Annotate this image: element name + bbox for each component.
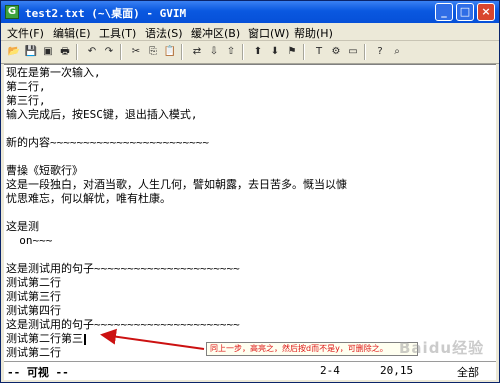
- menu-bar: 文件(F) 编辑(E) 工具(T) 语法(S) 缓冲区(B) 窗口(W) 帮助(…: [1, 23, 499, 41]
- menu-edit[interactable]: 编辑(E): [53, 25, 91, 41]
- menu-file[interactable]: 文件(F): [7, 25, 44, 41]
- title-bar[interactable]: G test2.txt (~\桌面) - GVIM _ □ ×: [1, 1, 499, 23]
- annotation-note: 同上一步，高亮之，然后按d而不是y，可删除之。: [206, 342, 418, 356]
- menu-syntax[interactable]: 语法(S): [145, 25, 183, 41]
- save-session-icon[interactable]: ⬇: [267, 44, 283, 60]
- editor-line: 忧思难忘，何以解忧，唯有杜康。: [6, 192, 171, 205]
- tag-jump-icon[interactable]: ▭: [345, 44, 361, 60]
- editor-line: 这是测试用的句子~~~~~~~~~~~~~~~~~~~~~~: [6, 318, 240, 331]
- editor-line: 测试第四行: [6, 304, 61, 317]
- menu-tools[interactable]: 工具(T): [99, 25, 136, 41]
- menu-help[interactable]: 帮助(H): [294, 25, 333, 41]
- editor-line: on~~~: [6, 234, 53, 247]
- find-help-icon[interactable]: ⌕: [389, 44, 405, 60]
- editor-line: 第二行,: [6, 80, 46, 93]
- menu-window[interactable]: 窗口(W): [248, 25, 289, 41]
- editor-line-with-cursor: 测试第二行第三: [6, 332, 86, 346]
- toolbar-separator: [303, 44, 305, 60]
- toolbar-separator: [242, 44, 244, 60]
- editor-line-text: 测试第二行第三: [6, 332, 83, 345]
- save-all-icon[interactable]: ▣: [40, 44, 56, 60]
- mode-indicator: -- 可视 --: [7, 366, 69, 379]
- editor-line: 这是一段独白，对酒当歌，人生几何，譬如朝露，去日苦多。慨当以慷: [6, 178, 347, 191]
- toolbar: 📂 💾 ▣ 🖶 ↶ ↷ ✂ ⎘ 📋 ⇄ ⇩ ⇧ ⬆ ⬇ ⚑ T ⚙ ▭ ? ⌕: [1, 41, 499, 64]
- find-prev-icon[interactable]: ⇧: [223, 44, 239, 60]
- text-cursor: [84, 333, 86, 345]
- gvim-window: G test2.txt (~\桌面) - GVIM _ □ × 文件(F) 编辑…: [0, 0, 500, 383]
- toolbar-separator: [120, 44, 122, 60]
- open-icon[interactable]: 📂: [6, 44, 22, 60]
- toolbar-separator: [364, 44, 366, 60]
- cursor-position: 20,15: [380, 364, 414, 377]
- print-icon[interactable]: 🖶: [57, 44, 73, 60]
- editor-line: 曹操《短歌行》: [6, 164, 83, 177]
- editor-line: 输入完成后，按ESC键，退出插入模式,: [6, 108, 198, 121]
- find-next-icon[interactable]: ⇩: [206, 44, 222, 60]
- editor-line: 第三行,: [6, 94, 46, 107]
- load-session-icon[interactable]: ⬆: [250, 44, 266, 60]
- status-bar: -- 可视 -- 2-4 20,15 全部: [4, 361, 496, 380]
- editor-line: 这是测: [6, 220, 39, 233]
- editor-line: 测试第二行: [6, 276, 61, 289]
- undo-icon[interactable]: ↶: [84, 44, 100, 60]
- redo-icon[interactable]: ↷: [101, 44, 117, 60]
- save-icon[interactable]: 💾: [23, 44, 39, 60]
- text-editor-area[interactable]: 现在是第一次输入, 第二行, 第三行, 输入完成后，按ESC键，退出插入模式, …: [4, 64, 496, 361]
- make-icon[interactable]: T: [311, 44, 327, 60]
- replace-icon[interactable]: ⇄: [189, 44, 205, 60]
- editor-line: 测试第三行: [6, 290, 61, 303]
- menu-buffers[interactable]: 缓冲区(B): [191, 25, 240, 41]
- editor-line: 现在是第一次输入,: [6, 66, 101, 79]
- window-title: test2.txt (~\桌面) - GVIM: [25, 7, 187, 20]
- close-button[interactable]: ×: [477, 3, 495, 21]
- shell-icon[interactable]: ⚙: [328, 44, 344, 60]
- editor-line: 新的内容~~~~~~~~~~~~~~~~~~~~~~~~: [6, 136, 209, 149]
- toolbar-separator: [76, 44, 78, 60]
- gvim-app-icon: G: [5, 5, 19, 19]
- minimize-button[interactable]: _: [435, 3, 453, 21]
- annotation-arrow: [100, 328, 205, 350]
- help-icon[interactable]: ?: [372, 44, 388, 60]
- baidu-watermark: Baidu经验: [399, 339, 485, 357]
- editor-line: 测试第二行: [6, 346, 61, 359]
- editor-line: 这是测试用的句子~~~~~~~~~~~~~~~~~~~~~~: [6, 262, 240, 275]
- toolbar-separator: [181, 44, 183, 60]
- cut-icon[interactable]: ✂: [128, 44, 144, 60]
- paste-icon[interactable]: 📋: [162, 44, 178, 60]
- scroll-position: 全部: [457, 366, 479, 379]
- maximize-button[interactable]: □: [456, 3, 474, 21]
- selection-size: 2-4: [320, 364, 340, 377]
- run-script-icon[interactable]: ⚑: [284, 44, 300, 60]
- copy-icon[interactable]: ⎘: [145, 44, 161, 60]
